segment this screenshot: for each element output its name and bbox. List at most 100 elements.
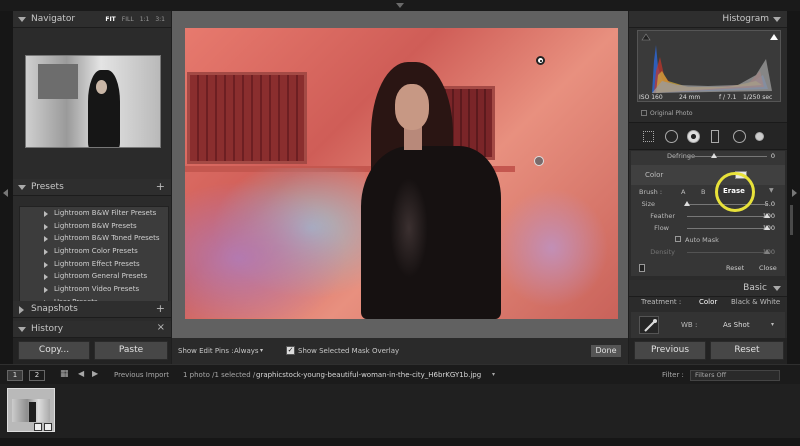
erase-highlight-circle [715, 172, 755, 212]
top-panel-toggle[interactable] [0, 0, 800, 11]
add-preset-icon[interactable]: + [156, 180, 165, 193]
aperture-value: f / 7.1 [719, 94, 737, 101]
done-button[interactable]: Done [590, 344, 622, 358]
original-photo-label: Original Photo [650, 110, 693, 117]
presets-header[interactable]: Presets + [13, 179, 171, 196]
spot-removal-icon[interactable] [665, 130, 678, 143]
preset-folder[interactable]: Lightroom General Presets [20, 270, 168, 283]
photo-subject-face [395, 84, 429, 130]
red-eye-icon[interactable] [687, 130, 700, 143]
navigator-title: Navigator [31, 14, 76, 24]
disclosure-triangle-icon [44, 261, 48, 268]
grid-icon[interactable]: ▦ [60, 369, 69, 379]
preset-folder[interactable]: Lightroom B&W Toned Presets [20, 232, 168, 245]
treatment-bw-option[interactable]: Black & White [731, 298, 780, 306]
right-panel-toggle-strip[interactable] [787, 11, 800, 364]
right-panel-scrollbar[interactable] [790, 205, 793, 235]
brush-a-option[interactable]: A [681, 188, 685, 196]
histogram-header[interactable]: Histogram [629, 11, 787, 28]
history-header[interactable]: History × [13, 321, 171, 338]
preset-folder[interactable]: Lightroom B&W Presets [20, 220, 168, 233]
snapshots-header[interactable]: Snapshots + [13, 301, 171, 318]
brush-label: Brush : [639, 188, 663, 196]
graduated-filter-icon[interactable] [711, 130, 719, 143]
zoom-fit[interactable]: FIT [105, 16, 115, 23]
navigator-header[interactable]: Navigator FIT FILL 1:1 3:1 [13, 11, 171, 28]
left-panel-toggle-strip[interactable] [0, 11, 13, 364]
auto-mask-row[interactable]: Auto Mask [631, 235, 785, 246]
basic-header[interactable]: Basic [629, 280, 787, 297]
crop-icon[interactable] [643, 131, 654, 142]
radial-filter-icon[interactable] [733, 130, 746, 143]
reset-button[interactable]: Reset [710, 341, 784, 360]
mask-reset-button[interactable]: Reset [726, 264, 744, 272]
filmstrip-thumbnail[interactable] [7, 388, 55, 432]
mask-overlay-checkbox[interactable]: ✓ [286, 346, 295, 355]
forward-arrow-icon[interactable]: ▶ [92, 369, 98, 378]
treatment-label: Treatment : [641, 298, 682, 306]
paste-button[interactable]: Paste [94, 341, 168, 360]
preset-folder[interactable]: Lightroom Color Presets [20, 245, 168, 258]
navigator-preview[interactable] [25, 55, 161, 148]
wb-label: WB : [681, 321, 698, 329]
filter-select[interactable]: Filters Off [690, 370, 780, 381]
preset-folder[interactable]: Lightroom B&W Filter Presets [20, 207, 168, 220]
histogram-graph[interactable] [637, 30, 781, 102]
shadow-clipping-icon[interactable] [641, 33, 651, 41]
zoom-1-1[interactable]: 1:1 [140, 16, 150, 23]
density-value: 100 [762, 248, 775, 256]
defringe-track[interactable] [687, 156, 767, 157]
disclosure-triangle-icon [44, 211, 48, 217]
previous-button[interactable]: Previous [634, 341, 706, 360]
filename[interactable]: graphicstock-young-beautiful-woman-in-th… [256, 371, 481, 379]
display-2-button[interactable]: 2 [29, 370, 45, 381]
select-arrow-icon: ▾ [771, 321, 775, 328]
eyedropper-icon[interactable] [639, 316, 659, 334]
preset-list: Lightroom B&W Filter Presets Lightroom B… [19, 206, 169, 309]
focal-value: 24 mm [679, 94, 701, 101]
size-slider-knob[interactable] [684, 201, 690, 206]
filename-menu-icon[interactable]: ▾ [492, 371, 495, 378]
original-photo-checkbox[interactable] [641, 110, 647, 116]
auto-mask-checkbox[interactable] [675, 236, 681, 242]
show-edit-pins-select[interactable]: Always [234, 347, 259, 355]
preset-folder-label: Lightroom Effect Presets [54, 259, 140, 268]
panel-switch-icon[interactable] [639, 264, 645, 272]
original-photo-toggle[interactable]: Original Photo [641, 110, 693, 117]
flow-track[interactable] [687, 228, 767, 229]
zoom-3-1[interactable]: 3:1 [155, 16, 165, 23]
edit-pin[interactable] [534, 156, 544, 166]
feather-track[interactable] [687, 216, 767, 217]
preset-folder[interactable]: Lightroom Effect Presets [20, 258, 168, 271]
color-label: Color [645, 171, 664, 179]
center-toolbar: Show Edit Pins : Always ▾ ✓ Show Selecte… [172, 338, 628, 364]
mask-close-button[interactable]: Close [759, 264, 777, 272]
clear-history-icon[interactable]: × [157, 322, 165, 333]
collapse-icon [773, 17, 781, 22]
main-photo[interactable] [185, 28, 618, 319]
previous-import-link[interactable]: Previous Import [114, 371, 169, 379]
wb-select[interactable]: As Shot [723, 321, 750, 329]
brush-b-option[interactable]: B [701, 188, 705, 196]
preset-folder[interactable]: Lightroom Video Presets [20, 283, 168, 296]
basic-title: Basic [743, 283, 767, 293]
preset-folder-label: Lightroom Video Presets [54, 285, 140, 294]
display-1-button[interactable]: 1 [7, 370, 23, 381]
add-snapshot-icon[interactable]: + [156, 302, 165, 315]
chevron-left-icon [3, 189, 8, 197]
bottom-panel-toggle[interactable] [0, 438, 800, 446]
preview-window [38, 64, 78, 99]
shutter-value: 1/250 sec [743, 94, 773, 101]
edit-pin-active[interactable] [536, 56, 545, 65]
density-track[interactable] [687, 252, 767, 253]
white-balance-row: WB : As Shot ▾ [631, 312, 785, 338]
feather-value: 100 [762, 212, 775, 220]
adjustment-brush-icon[interactable] [755, 132, 764, 141]
treatment-color-option[interactable]: Color [699, 298, 717, 306]
copy-button[interactable]: Copy... [18, 341, 90, 360]
zoom-fill[interactable]: FILL [122, 16, 134, 23]
defringe-slider-knob[interactable] [711, 153, 717, 158]
back-arrow-icon[interactable]: ◀ [78, 369, 84, 378]
highlight-clipping-icon[interactable] [770, 34, 778, 40]
brush-menu-icon[interactable]: ▼ [769, 187, 774, 194]
